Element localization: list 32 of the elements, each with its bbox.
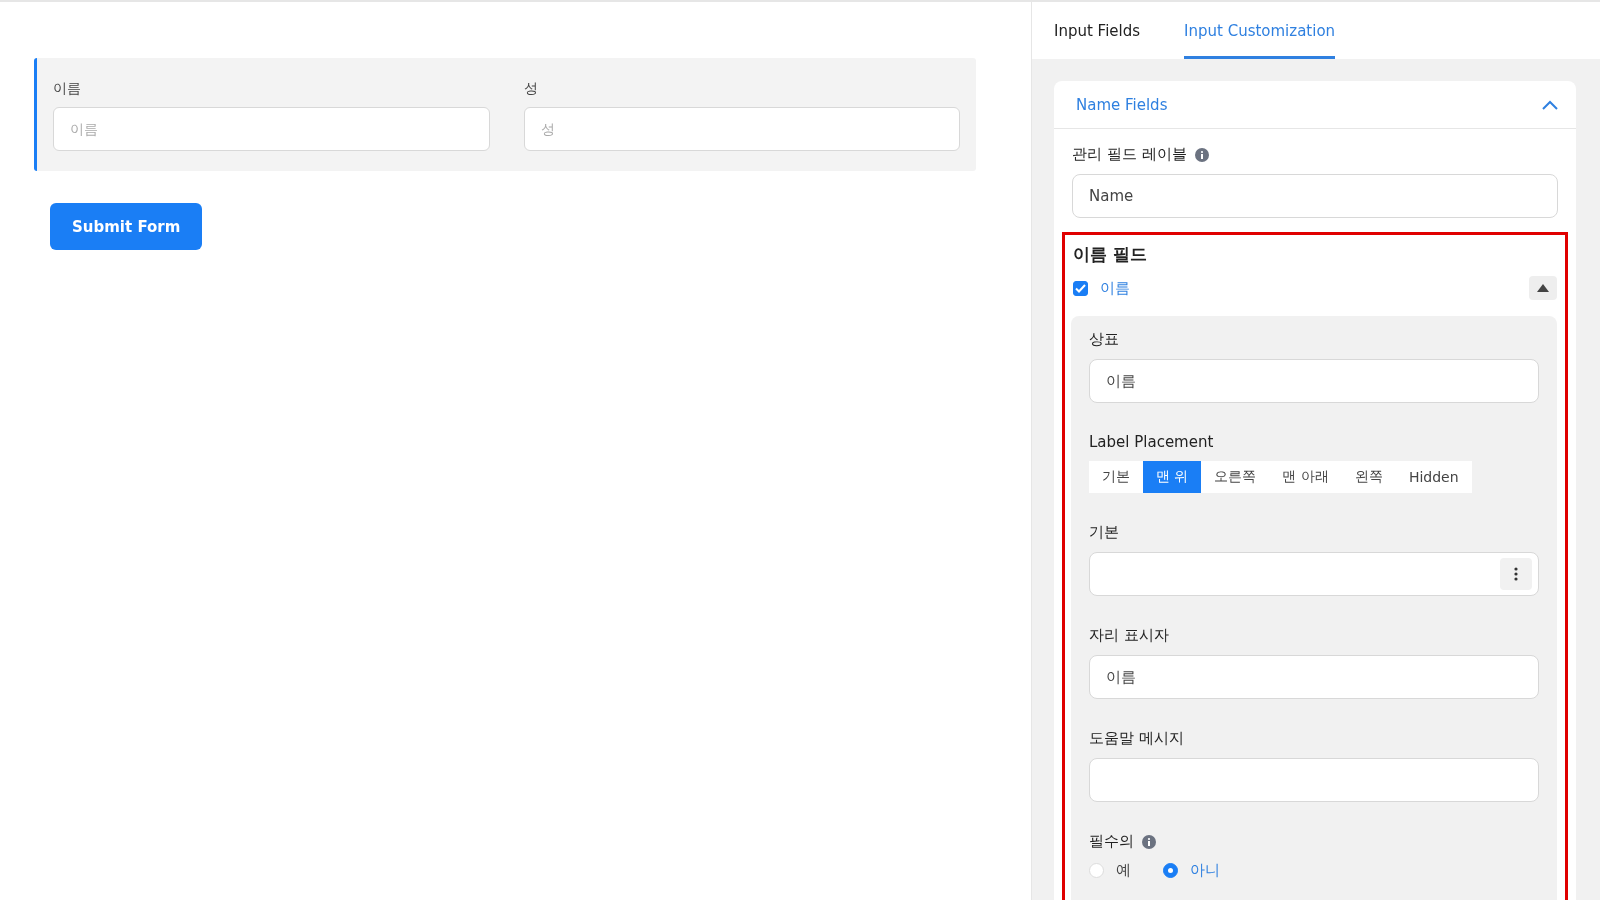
field-label: 도움말 메시지 (1089, 729, 1184, 748)
text-field[interactable]: 이름 (53, 107, 490, 151)
collapse-button[interactable] (1529, 276, 1557, 300)
group-title: 이름 필드 (1073, 243, 1148, 266)
text-field[interactable]: 이름 (1089, 655, 1539, 699)
text-field[interactable]: Name (1072, 174, 1558, 218)
info-icon (1194, 147, 1209, 162)
field-label: 상표 (1089, 330, 1119, 349)
submit-button[interactable]: Submit Form (50, 203, 203, 250)
section-title: Name Fields (1076, 95, 1168, 114)
field-label: 관리 필드 레이블 (1072, 145, 1187, 164)
field-label: 자리 표시자 (1089, 626, 1169, 645)
text-field[interactable] (1089, 552, 1539, 596)
chevron-up-icon[interactable] (1542, 99, 1558, 110)
radio-option[interactable]: 예 (1089, 861, 1131, 880)
field-label: Label Placement (1089, 433, 1214, 451)
field-label: 필수의 (1089, 832, 1134, 851)
text-field[interactable]: 성 (523, 107, 960, 151)
field-label: 성 (523, 80, 539, 98)
field-label: 기본 (1089, 523, 1119, 542)
field-label: 이름 (53, 80, 82, 98)
checkbox[interactable] (1073, 280, 1088, 296)
tab[interactable]: Input Fields (1054, 2, 1141, 59)
tab[interactable]: Input Customization (1184, 2, 1336, 59)
checkbox-label: 이름 (1100, 278, 1131, 298)
text-field[interactable]: 이름 (1089, 359, 1539, 403)
radio-option[interactable]: 아니 (1163, 861, 1220, 880)
text-field[interactable] (1089, 758, 1539, 802)
segment-option[interactable]: 맨 위 (1143, 461, 1202, 493)
triangle-up-icon (1537, 284, 1549, 292)
more-icon[interactable] (1500, 558, 1532, 590)
info-icon (1142, 834, 1156, 849)
